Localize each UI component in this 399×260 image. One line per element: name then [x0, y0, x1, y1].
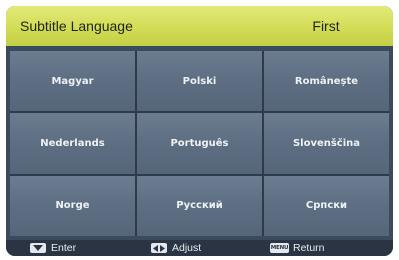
language-option-slovenian[interactable]: Slovenščina — [264, 113, 389, 174]
footer-hint-bar: Enter Adjust MENU Return — [6, 240, 393, 256]
language-option-portugues[interactable]: Português — [137, 113, 262, 174]
language-option-serbian[interactable]: Српски — [264, 175, 389, 236]
enter-hint: Enter — [30, 240, 76, 256]
menu-key-icon: MENU — [270, 243, 289, 253]
language-option-nederlands[interactable]: Nederlands — [10, 113, 135, 174]
down-arrow-icon — [30, 243, 46, 253]
return-hint: MENU Return — [270, 240, 325, 256]
subtitle-mode-value[interactable]: First — [286, 6, 366, 46]
language-option-polski[interactable]: Polski — [137, 51, 262, 112]
subtitle-language-screen: Subtitle Language First Magyar Polski Ro… — [6, 6, 393, 256]
language-option-magyar[interactable]: Magyar — [10, 51, 135, 112]
language-option-norge[interactable]: Norge — [10, 175, 135, 236]
return-label: Return — [293, 242, 325, 254]
language-option-romanian[interactable]: Românește — [264, 51, 389, 112]
language-option-russian[interactable]: Русский — [137, 175, 262, 236]
left-right-arrow-icon — [151, 243, 167, 253]
language-grid: Magyar Polski Românește Nederlands Portu… — [10, 51, 389, 236]
adjust-hint: Adjust — [151, 240, 201, 256]
header-bar: Subtitle Language First — [6, 6, 393, 46]
page-title: Subtitle Language — [20, 18, 133, 34]
adjust-label: Adjust — [172, 242, 202, 254]
enter-label: Enter — [51, 242, 77, 254]
